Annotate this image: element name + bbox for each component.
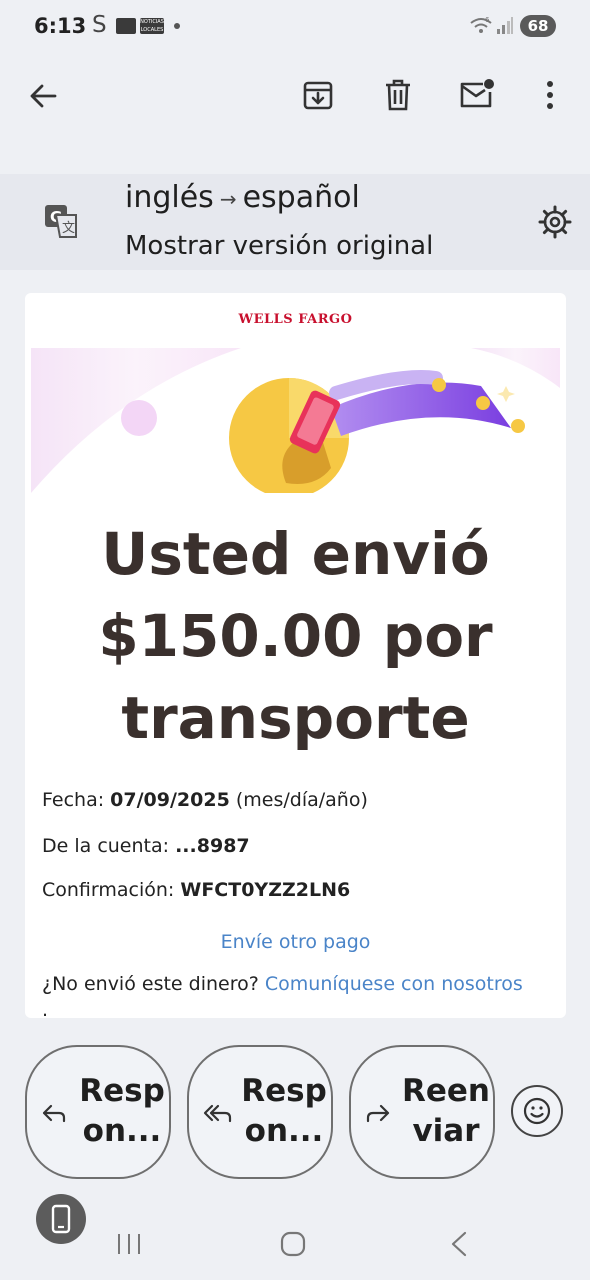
phone-icon: [51, 1204, 71, 1234]
account-label: De la cuenta:: [42, 835, 170, 857]
email-body: WELLS FARGO Usted envió $150.00 por tran…: [25, 293, 566, 1018]
floating-phone-button[interactable]: [36, 1194, 86, 1244]
signal-icon: [497, 17, 513, 34]
reply-all-button[interactable]: Resp on...: [187, 1045, 333, 1179]
fraud-question: ¿No envió este dinero? Comuníquese con n…: [42, 973, 523, 995]
news-app-icon: [116, 18, 136, 34]
status-bar: 6:13 S NOTICIAS LOCALES 6 68: [0, 0, 590, 56]
reply-all-label: Resp on...: [241, 1073, 327, 1149]
account-row: De la cuenta: ...8987: [42, 835, 250, 857]
mail-unread-icon[interactable]: [459, 78, 495, 110]
confirmation-row: Confirmación: WFCT0YZZ2LN6: [42, 879, 350, 901]
smiley-icon: [523, 1097, 551, 1125]
battery-indicator: 68: [520, 15, 556, 37]
gear-icon[interactable]: [538, 205, 572, 239]
notification-s-icon: S: [92, 12, 107, 38]
reply-all-icon: [203, 1104, 232, 1123]
google-translate-icon: G 文: [45, 205, 77, 238]
top-app-bar: [0, 56, 590, 140]
trailing-period: .: [42, 999, 49, 1018]
wifi-icon: 6: [470, 16, 492, 33]
back-nav-icon[interactable]: [450, 1231, 468, 1257]
svg-text:文: 文: [62, 221, 75, 236]
arrow-left-icon[interactable]: [28, 81, 58, 111]
svg-text:6: 6: [485, 16, 490, 24]
email-headline: Usted envió $150.00 por transporte: [25, 513, 566, 759]
home-icon[interactable]: [280, 1231, 306, 1257]
trash-icon[interactable]: [384, 79, 412, 111]
headline-line: $150.00 por: [98, 602, 493, 670]
show-original-link[interactable]: Mostrar versión original: [125, 231, 433, 261]
forward-label: Reen viar: [402, 1073, 490, 1149]
reply-icon: [42, 1104, 66, 1123]
account-value: ...8987: [175, 835, 250, 857]
archive-icon[interactable]: [303, 80, 333, 110]
hero-illustration: [31, 348, 560, 493]
clock: 6:13: [34, 14, 87, 38]
more-notifications-dot: [174, 23, 180, 29]
date-value: 07/09/2025: [110, 789, 230, 811]
date-label: Fecha:: [42, 789, 105, 811]
date-row: Fecha: 07/09/2025 (mes/día/año): [42, 789, 368, 811]
forward-icon: [366, 1104, 390, 1123]
target-language: español: [242, 180, 360, 215]
wells-fargo-logo: WELLS FARGO: [238, 312, 353, 327]
reply-label: Resp on...: [79, 1073, 165, 1149]
contact-us-link[interactable]: Comuníquese con nosotros: [265, 973, 523, 995]
forward-button[interactable]: Reen viar: [349, 1045, 495, 1179]
arrow-right-icon: →: [219, 186, 237, 211]
headline-line: transporte: [121, 684, 470, 752]
confirmation-label: Confirmación:: [42, 879, 175, 901]
confirmation-value: WFCT0YZZ2LN6: [180, 879, 351, 901]
reply-button[interactable]: Resp on...: [25, 1045, 171, 1179]
more-vert-icon[interactable]: [540, 80, 560, 110]
source-language: inglés: [125, 180, 214, 215]
question-text: ¿No envió este dinero?: [42, 973, 259, 995]
recent-apps-icon[interactable]: [116, 1232, 142, 1256]
send-another-payment-link[interactable]: Envíe otro pago: [25, 931, 566, 953]
emoji-reaction-button[interactable]: [511, 1085, 563, 1137]
noticias-app-icon: NOTICIAS LOCALES: [140, 18, 164, 34]
headline-line: Usted envió: [101, 520, 490, 588]
date-format: (mes/día/año): [235, 789, 368, 811]
translation-languages: inglés → español: [125, 180, 360, 215]
